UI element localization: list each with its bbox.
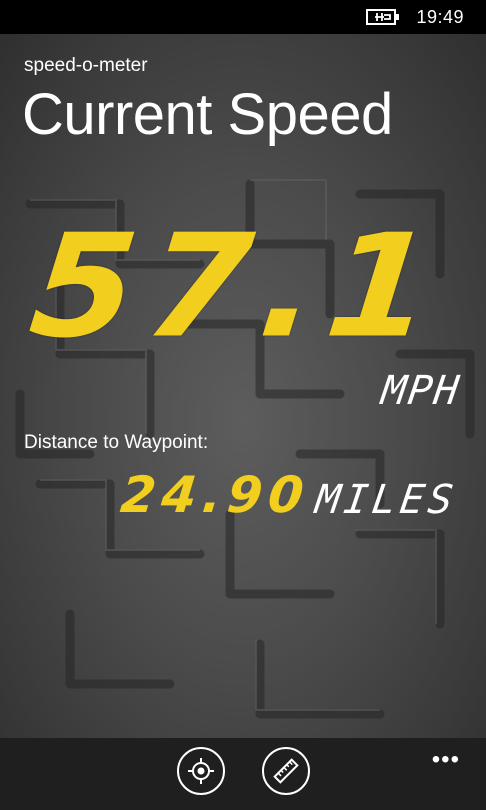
status-bar: 19:49 [0,0,486,34]
more-dots-icon[interactable]: ••• [432,748,460,772]
page-title: Current Speed [22,82,393,147]
ruler-icon [273,758,299,784]
speed-unit: MPH [378,368,464,414]
distance-unit: MILES [312,477,460,523]
locate-button[interactable] [177,747,225,795]
speedometer-panel: speed-o-meter Current Speed 57.1 MPH Dis… [0,34,486,738]
measure-button[interactable] [262,747,310,795]
status-time: 19:49 [416,6,464,27]
speed-value: 57.1 [23,204,451,370]
distance-label: Distance to Waypoint: [24,432,209,453]
locate-target-icon [188,758,214,784]
distance-value: 24.90 [118,466,313,524]
battery-charging-icon [366,9,400,25]
app-bar: ••• [0,738,486,810]
app-name: speed-o-meter [24,55,148,76]
distance-readout: 24.90 MILES [118,466,460,524]
